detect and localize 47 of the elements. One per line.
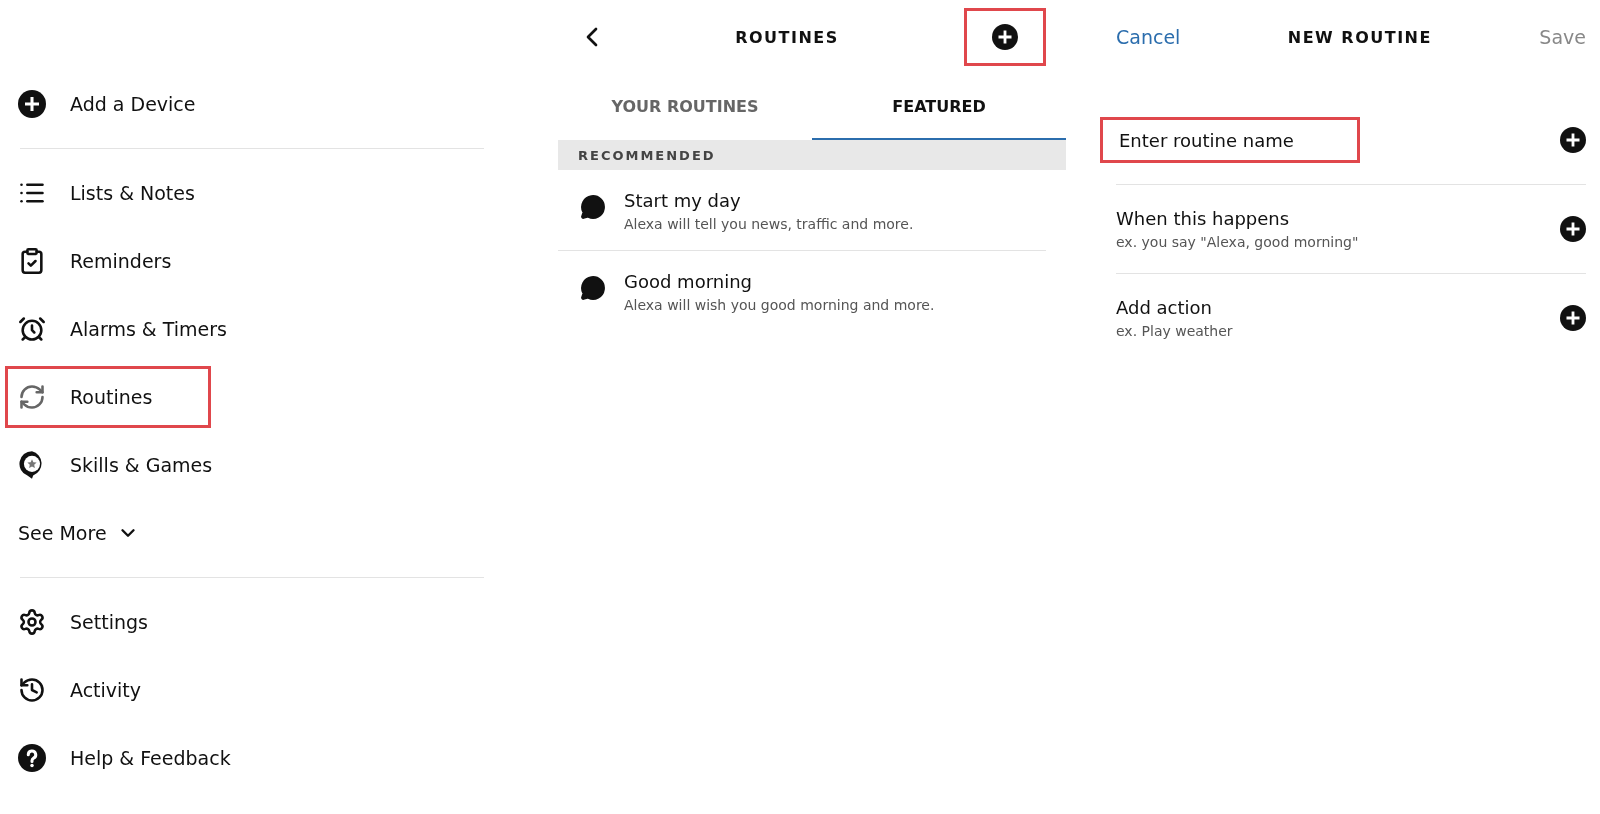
routine-title[interactable]: Start my day [624, 190, 914, 211]
add-circle-icon [1560, 216, 1586, 242]
menu-item[interactable]: Lists & Notes [2, 159, 484, 227]
step-title[interactable]: Add action [1116, 297, 1233, 318]
menu-item-label: Lists & Notes [70, 182, 195, 204]
speech-bubble-icon [580, 275, 606, 301]
step-title[interactable]: When this happens [1116, 208, 1359, 229]
settings-icon [18, 608, 46, 636]
menu-item[interactable]: Reminders [2, 227, 484, 295]
menu-item[interactable]: Skills & Games [2, 431, 484, 499]
menu-item-label: Reminders [70, 250, 172, 272]
cancel-button[interactable]: Cancel [1116, 26, 1181, 48]
add-circle-icon [1560, 127, 1586, 153]
menu-item[interactable]: Alarms & Timers [2, 295, 484, 363]
screen-title: ROUTINES [735, 27, 839, 47]
menu-item[interactable]: Activity [2, 656, 484, 724]
menu-item-label: Help & Feedback [70, 747, 231, 769]
add-button[interactable] [964, 8, 1046, 66]
menu-item[interactable]: Add a Device [2, 70, 484, 138]
section-header: RECOMMENDED [558, 140, 1066, 170]
screen-title: NEW ROUTINE [1287, 27, 1432, 47]
tab[interactable]: YOUR ROUTINES [558, 74, 812, 140]
menu-item-label: Add a Device [70, 93, 196, 115]
see-more-button[interactable]: See More [18, 499, 484, 567]
routine-name-field[interactable]: Enter routine name [1100, 117, 1360, 163]
step-hint: ex. Play weather [1116, 323, 1233, 339]
history-icon [18, 676, 46, 704]
menu-item-label: Activity [70, 679, 142, 701]
step-hint: ex. you say "Alexa, good morning" [1116, 234, 1359, 250]
routine-description: Alexa will wish you good morning and more. [624, 297, 935, 313]
menu-item[interactable]: Routines [2, 363, 214, 431]
speech-bubble-icon [580, 194, 606, 220]
clipboard-check-icon [18, 247, 46, 275]
alarm-clock-icon [18, 315, 46, 343]
add-circle-icon [1560, 305, 1586, 331]
add-circle-icon [992, 24, 1018, 50]
menu-item-label: Settings [70, 611, 148, 633]
menu-item-label: Alarms & Timers [70, 318, 227, 340]
routine-description: Alexa will tell you news, traffic and more. [624, 216, 914, 232]
menu-item[interactable]: Help & Feedback [2, 724, 484, 792]
menu-item-label: Routines [70, 386, 153, 408]
save-button[interactable]: Save [1539, 26, 1586, 48]
menu-item-label: Skills & Games [70, 454, 213, 476]
menu-item[interactable]: Settings [2, 588, 484, 656]
add-circle-icon [18, 90, 46, 118]
routine-title[interactable]: Good morning [624, 271, 935, 292]
help-icon [18, 744, 46, 772]
